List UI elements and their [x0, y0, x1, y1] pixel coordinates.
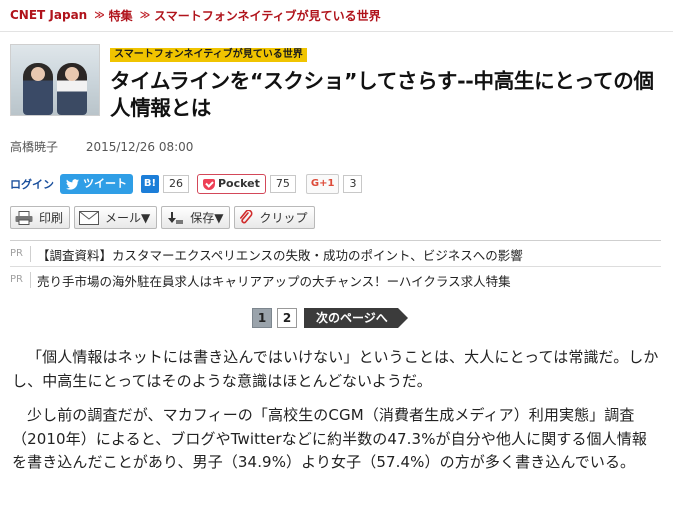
tweet-button[interactable]: ツイート — [60, 174, 133, 194]
twitter-bird-icon — [66, 178, 79, 190]
download-icon — [168, 211, 184, 224]
article-body: 「個人情報はネットには書き込んではいけない」ということは、大人にとっては常識だ。… — [12, 346, 660, 486]
breadcrumb-feature[interactable]: 特集 — [109, 7, 133, 24]
paragraph: 少し前の調査だが、マカフィーの「高校生のCGM（消費者生成メディア）利用実態」調… — [12, 406, 647, 471]
google-plus-count: 3 — [343, 175, 363, 193]
breadcrumb-separator-icon: ≫ — [94, 9, 105, 21]
mail-button[interactable]: メール▼ — [74, 206, 158, 229]
hatena-count: 26 — [163, 175, 189, 193]
print-label: 印刷 — [39, 211, 64, 225]
breadcrumb: CNET Japan ≫ 特集 ≫ スマートフォンネイティブが見ている世界 — [10, 6, 381, 24]
hatena-bookmark-button[interactable]: B! — [141, 175, 159, 193]
pr-item[interactable]: PR 【調査資料】カスタマーエクスペリエンスの失敗・成功のポイント、ビジネスへの… — [10, 243, 523, 265]
page-2-link[interactable]: 2 — [277, 308, 297, 328]
breadcrumb-separator-icon: ≫ — [139, 9, 151, 21]
paragraph: 「個人情報はネットには書き込んではいけない」ということは、大人にとっては常識だ。… — [12, 348, 659, 390]
pocket-label: Pocket — [218, 177, 260, 190]
pocket-icon — [203, 178, 215, 190]
login-link[interactable]: ログイン — [10, 176, 54, 192]
mail-icon — [79, 210, 100, 225]
pocket-button[interactable]: Pocket — [197, 174, 266, 194]
pr-label: PR — [10, 272, 31, 288]
google-plus-button[interactable]: G+1 — [305, 174, 340, 194]
pr-divider — [10, 266, 661, 267]
paperclip-icon — [240, 209, 253, 223]
pr-divider — [10, 240, 661, 241]
social-share-bar: ログイン ツイート B! 26 Pocket 75 G+1 3 — [10, 174, 363, 194]
print-button[interactable]: 印刷 — [10, 206, 71, 229]
author-name[interactable]: 高橋暁子 — [10, 140, 58, 154]
pagination: 1 2 次のページへ — [252, 308, 408, 328]
article-thumbnail — [10, 44, 100, 116]
printer-icon — [15, 210, 33, 225]
byline: 高橋暁子 2015/12/26 08:00 — [10, 138, 193, 155]
thumbnail-face — [31, 67, 45, 81]
clip-label: クリップ — [259, 211, 308, 225]
page-1: 1 — [252, 308, 272, 328]
pr-item[interactable]: PR 売り手市場の海外駐在員求人はキャリアアップの大チャンス！ーハイクラス求人特… — [10, 269, 511, 291]
mail-label: メール▼ — [105, 211, 151, 225]
pr-link[interactable]: 売り手市場の海外駐在員求人はキャリアアップの大チャンス！ーハイクラス求人特集 — [37, 271, 511, 290]
thumbnail-face — [65, 67, 79, 81]
clip-button[interactable]: クリップ — [234, 206, 315, 229]
next-page-button[interactable]: 次のページへ — [304, 308, 408, 328]
article-title: タイムラインを“スクショ”してさらす--中高生にとっての個人情報とは — [110, 69, 654, 120]
pr-link[interactable]: 【調査資料】カスタマーエクスペリエンスの失敗・成功のポイント、ビジネスへの影響 — [37, 245, 523, 264]
series-tag[interactable]: スマートフォンネイティブが見ている世界 — [110, 48, 307, 62]
pr-label: PR — [10, 246, 31, 262]
article-tools: 印刷 メール▼ 保存▼ クリップ — [10, 206, 315, 229]
breadcrumb-series[interactable]: スマートフォンネイティブが見ている世界 — [154, 7, 380, 24]
publish-date: 2015/12/26 08:00 — [85, 140, 194, 154]
save-button[interactable]: 保存▼ — [161, 206, 231, 229]
pocket-count: 75 — [269, 175, 296, 193]
header-divider — [0, 31, 673, 32]
tweet-label: ツイート — [83, 177, 127, 190]
breadcrumb-cnet-japan[interactable]: CNET Japan — [10, 8, 87, 22]
save-label: 保存▼ — [190, 211, 224, 225]
